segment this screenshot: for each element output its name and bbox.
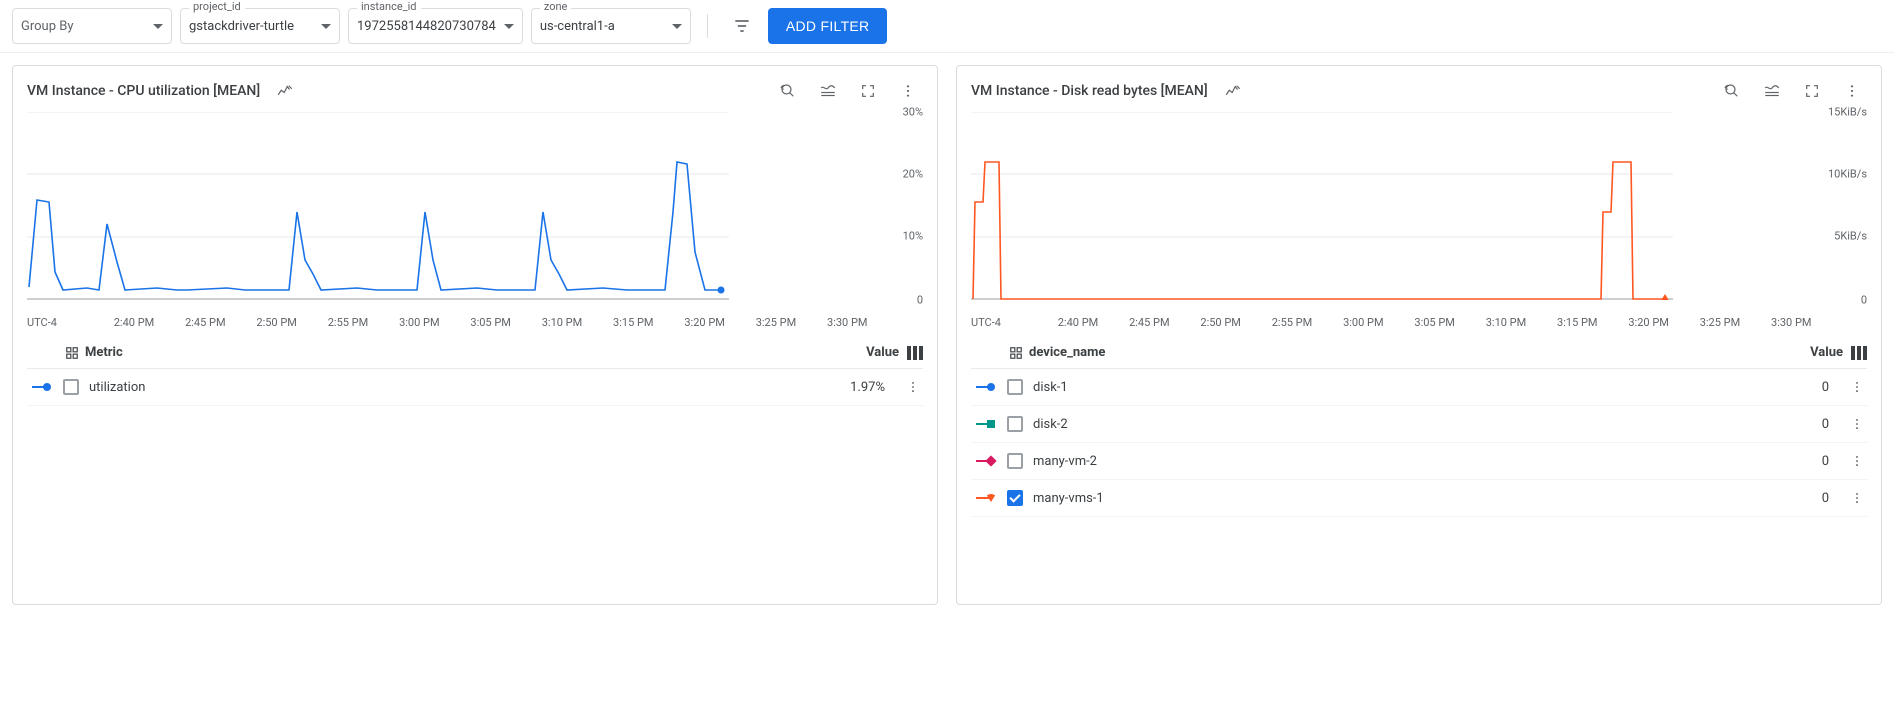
- series-more-icon[interactable]: [1847, 417, 1867, 431]
- dashboard-grid: VM Instance - CPU utilization [MEAN] 30%…: [0, 53, 1894, 617]
- breakdown-icon: [1009, 346, 1023, 360]
- field-value: gstackdriver-turtle: [189, 19, 313, 34]
- series-name: disk-1: [1033, 380, 1822, 395]
- spark-icon[interactable]: [270, 76, 300, 106]
- legend-row[interactable]: utilization1.97%: [27, 369, 923, 406]
- x-axis-labels: UTC-42:40 PM2:45 PM2:50 PM2:55 PM3:00 PM…: [971, 316, 1867, 329]
- series-more-icon[interactable]: [1847, 491, 1867, 505]
- series-value: 1.97%: [850, 380, 885, 395]
- series-checkbox[interactable]: [1007, 453, 1023, 469]
- series-swatch: [27, 386, 53, 388]
- filter-bar: Group By project_id gstackdriver-turtle …: [0, 0, 1894, 53]
- series-more-icon[interactable]: [1847, 380, 1867, 394]
- add-filter-button[interactable]: ADD FILTER: [768, 8, 888, 44]
- spark-icon[interactable]: [1218, 76, 1248, 106]
- chart-title: VM Instance - Disk read bytes [MEAN]: [971, 83, 1208, 99]
- series-name: many-vm-2: [1033, 454, 1822, 469]
- chart-area[interactable]: 15KiB/s 10KiB/s 5KiB/s 0: [971, 112, 1867, 312]
- zone-dropdown[interactable]: zone us-central1-a: [531, 8, 691, 44]
- legend-list: utilization1.97%: [27, 369, 923, 406]
- legend-list: disk-10disk-20many-vm-20many-vms-10: [971, 369, 1867, 517]
- series-value: 0: [1822, 417, 1829, 432]
- separator: [707, 14, 708, 38]
- series-value: 0: [1822, 380, 1829, 395]
- chart-card-disk: VM Instance - Disk read bytes [MEAN] 15K…: [956, 65, 1882, 605]
- breakdown-icon: [65, 346, 79, 360]
- legend-value-label: Value: [866, 345, 899, 360]
- group-by-dropdown[interactable]: Group By: [12, 8, 172, 44]
- series-checkbox[interactable]: [63, 379, 79, 395]
- chevron-down-icon: [672, 24, 682, 29]
- reset-zoom-icon[interactable]: [773, 76, 803, 106]
- instance-id-dropdown[interactable]: instance_id 1972558144820730784: [348, 8, 523, 44]
- series-name: utilization: [89, 380, 850, 395]
- legend-toggle-icon[interactable]: [1757, 76, 1787, 106]
- series-value: 0: [1822, 454, 1829, 469]
- legend-row[interactable]: disk-20: [971, 406, 1867, 443]
- series-checkbox[interactable]: [1007, 379, 1023, 395]
- chevron-down-icon: [504, 24, 514, 29]
- legend-row[interactable]: disk-10: [971, 369, 1867, 406]
- field-label: instance_id: [357, 0, 421, 13]
- field-label: project_id: [189, 0, 245, 13]
- chevron-down-icon: [153, 24, 163, 29]
- legend-header: device_name Value: [971, 337, 1867, 369]
- legend-value-label: Value: [1810, 345, 1843, 360]
- chart-card-cpu: VM Instance - CPU utilization [MEAN] 30%…: [12, 65, 938, 605]
- x-axis-labels: UTC-42:40 PM2:45 PM2:50 PM2:55 PM3:00 PM…: [27, 316, 923, 329]
- field-label: zone: [540, 0, 572, 13]
- series-value: 0: [1822, 491, 1829, 506]
- project-id-dropdown[interactable]: project_id gstackdriver-turtle: [180, 8, 340, 44]
- chart-area[interactable]: 30% 20% 10% 0: [27, 112, 923, 312]
- more-menu-icon[interactable]: [1837, 76, 1867, 106]
- more-menu-icon[interactable]: [893, 76, 923, 106]
- filter-icon[interactable]: [724, 8, 760, 44]
- field-value: 1972558144820730784: [357, 19, 496, 34]
- y-axis-labels: 30% 20% 10% 0: [883, 112, 923, 300]
- columns-icon[interactable]: [907, 346, 923, 360]
- series-more-icon[interactable]: [1847, 454, 1867, 468]
- field-value: us-central1-a: [540, 19, 664, 34]
- card-header: VM Instance - CPU utilization [MEAN]: [27, 76, 923, 106]
- series-swatch: [971, 460, 997, 462]
- fullscreen-icon[interactable]: [853, 76, 883, 106]
- series-swatch: [971, 386, 997, 388]
- series-checkbox[interactable]: [1007, 416, 1023, 432]
- series-swatch: [971, 497, 997, 499]
- y-axis-labels: 15KiB/s 10KiB/s 5KiB/s 0: [1827, 112, 1867, 300]
- legend-metric-label: device_name: [1029, 345, 1105, 360]
- legend-row[interactable]: many-vms-10: [971, 480, 1867, 517]
- columns-icon[interactable]: [1851, 346, 1867, 360]
- chevron-down-icon: [321, 24, 331, 29]
- series-checkbox[interactable]: [1007, 490, 1023, 506]
- series-name: many-vms-1: [1033, 491, 1822, 506]
- series-swatch: [971, 423, 997, 425]
- legend-toggle-icon[interactable]: [813, 76, 843, 106]
- legend-header: Metric Value: [27, 337, 923, 369]
- series-name: disk-2: [1033, 417, 1822, 432]
- legend-row[interactable]: many-vm-20: [971, 443, 1867, 480]
- legend-metric-label: Metric: [85, 345, 123, 360]
- series-more-icon[interactable]: [903, 380, 923, 394]
- card-header: VM Instance - Disk read bytes [MEAN]: [971, 76, 1867, 106]
- reset-zoom-icon[interactable]: [1717, 76, 1747, 106]
- chart-title: VM Instance - CPU utilization [MEAN]: [27, 83, 260, 99]
- group-by-label: Group By: [21, 19, 145, 34]
- fullscreen-icon[interactable]: [1797, 76, 1827, 106]
